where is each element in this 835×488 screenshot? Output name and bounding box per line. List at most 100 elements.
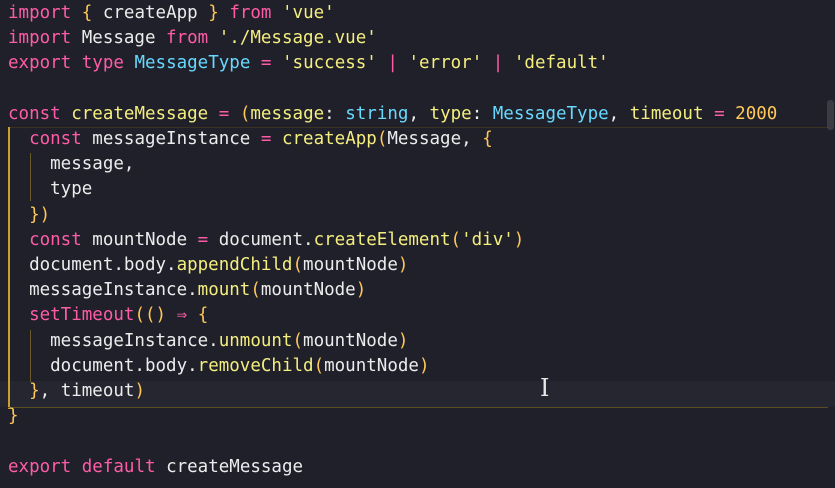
code-token: ( [450, 229, 462, 250]
code-token: ( [239, 103, 251, 124]
code-token: | [492, 53, 504, 74]
code-token: } [29, 381, 40, 401]
code-token: = [197, 229, 209, 250]
code-token: ( [292, 255, 304, 275]
code-token: mountNode [260, 280, 356, 301]
code-token: ) [397, 330, 409, 351]
code-token: } [208, 3, 219, 23]
code-line[interactable]: import { createApp } from 'vue' [8, 1, 335, 26]
vertical-scrollbar[interactable] [825, 0, 835, 488]
code-token: ( [376, 129, 388, 149]
code-line[interactable]: export default createMessage [8, 455, 303, 480]
code-token: ) [513, 229, 525, 250]
code-line[interactable]: const mountNode = document.createElement… [8, 228, 524, 253]
code-token: = [218, 103, 230, 124]
code-token: createMessage [155, 456, 304, 477]
code-line[interactable]: }, timeout) [8, 379, 145, 404]
code-token: messageInstance [81, 129, 261, 149]
code-token: Message, [387, 129, 483, 149]
code-token: document.body. [8, 355, 198, 376]
code-token: 'default' [513, 53, 609, 74]
code-line[interactable]: export type MessageType = 'success' | 'e… [8, 51, 609, 76]
code-token: default [81, 456, 156, 477]
code-line[interactable]: import Message from './Message.vue' [8, 26, 377, 51]
code-line[interactable]: document.body.removeChild(mountNode) [8, 354, 429, 379]
scrollbar-thumb[interactable] [827, 100, 834, 130]
code-line[interactable]: const createMessage = (message: string, … [8, 102, 777, 127]
code-line[interactable]: messageInstance.unmount(mountNode) [8, 329, 408, 354]
code-token: const [29, 129, 82, 149]
code-token: removeChild [197, 355, 314, 376]
code-token: = [260, 129, 272, 149]
code-token: type [429, 103, 472, 124]
code-token: setTimeout [29, 305, 135, 326]
code-token: import [8, 28, 72, 49]
code-token: document. [208, 229, 314, 250]
code-line[interactable]: message, [8, 152, 134, 177]
code-token: mountNode [324, 355, 419, 376]
code-token: type [8, 179, 93, 200]
code-token: (( [134, 305, 156, 326]
code-editor[interactable]: import { createApp } from 'vue' import Me… [0, 0, 835, 488]
code-token: export [8, 456, 72, 477]
code-token: MessageType [492, 103, 609, 124]
code-token: message, [8, 154, 135, 175]
code-token: ) [397, 255, 409, 275]
code-token: document.body. [8, 255, 177, 275]
code-line[interactable]: messageInstance.mount(mountNode) [8, 278, 366, 303]
block-guide-bottom [8, 407, 828, 408]
code-token: createApp [92, 3, 209, 23]
code-token: : [471, 103, 493, 124]
code-line[interactable]: }) [8, 203, 50, 228]
code-token: createApp [281, 129, 377, 149]
code-token: 2000 [735, 103, 778, 124]
code-token: ( [292, 330, 304, 351]
code-line[interactable]: } [8, 404, 19, 429]
code-token: export [8, 53, 72, 74]
code-token: import [8, 3, 72, 23]
code-token: MessageType [134, 53, 251, 74]
code-token: from [229, 3, 272, 23]
code-token: from [166, 28, 209, 49]
code-token: './Message.vue' [218, 28, 377, 49]
code-line[interactable]: type [8, 177, 92, 202]
code-token: { [482, 129, 493, 149]
code-token: ( [313, 355, 325, 376]
code-token: mountNode [303, 255, 398, 275]
code-token: : [324, 103, 346, 124]
code-token: ) [418, 355, 430, 376]
code-line[interactable]: document.body.appendChild(mountNode) [8, 253, 408, 278]
code-token: = [260, 53, 272, 74]
code-token: { [81, 3, 93, 23]
code-token: 'error' [408, 53, 483, 74]
code-line[interactable]: setTimeout(() ⇒ { [8, 303, 208, 328]
code-token: createMessage [71, 103, 209, 124]
code-token: mount [197, 280, 251, 301]
code-line[interactable]: const messageInstance = createApp(Messag… [8, 127, 493, 152]
text-cursor-icon: I [540, 374, 550, 402]
code-token: const [29, 229, 82, 250]
code-token: 'div' [461, 229, 514, 250]
code-token: createElement [313, 229, 451, 250]
code-token: mountNode [303, 330, 398, 351]
code-token: | [387, 53, 398, 74]
